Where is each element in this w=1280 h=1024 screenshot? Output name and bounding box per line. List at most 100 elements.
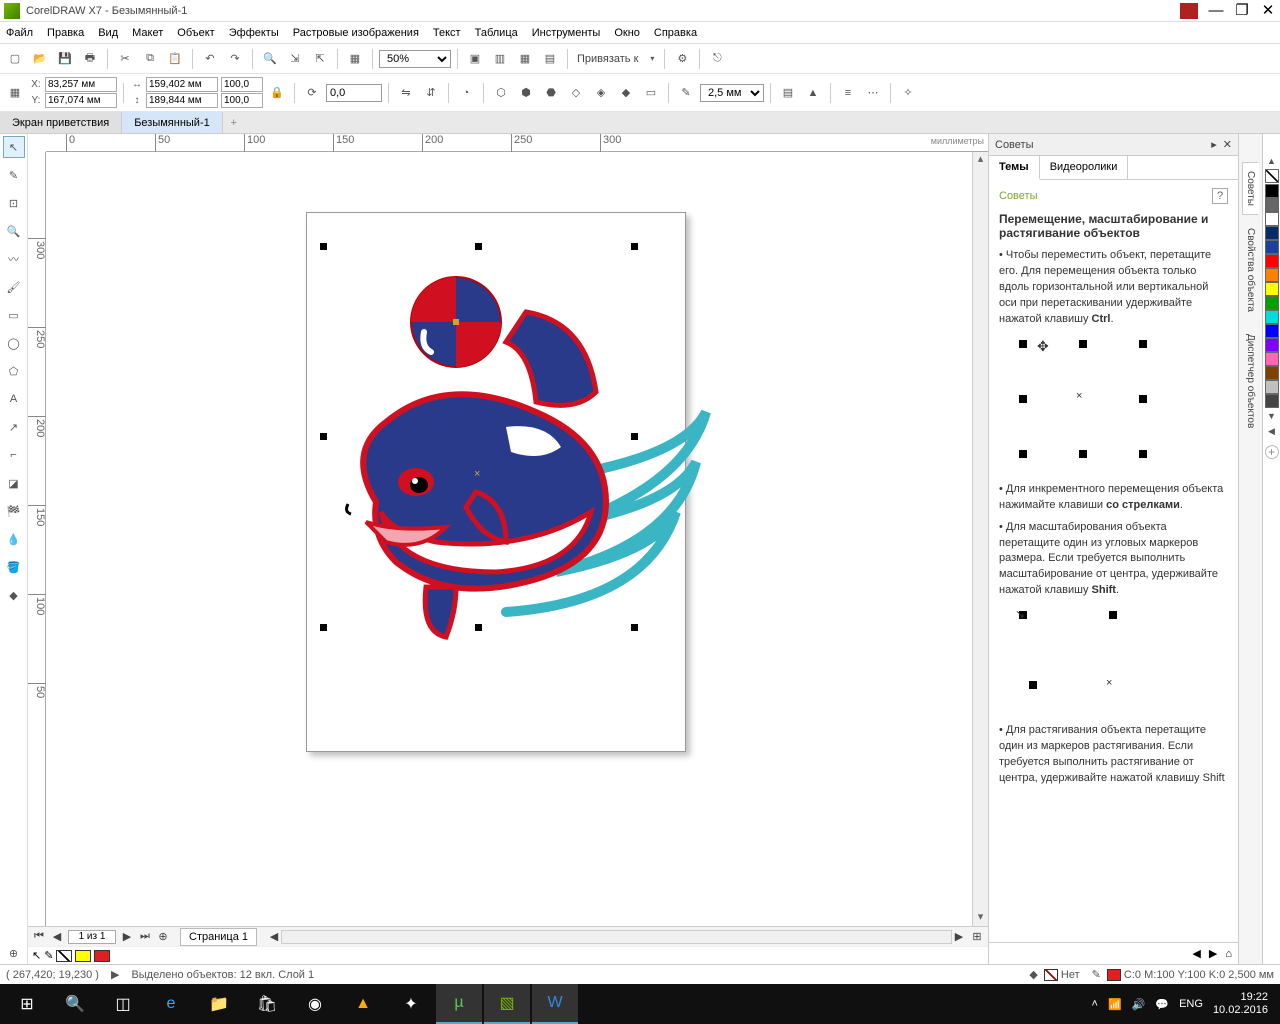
obj-origin-button[interactable]: ▦ [4,82,26,104]
prev-page-button[interactable]: ◀ [50,930,64,943]
menu-file[interactable]: Файл [6,27,33,39]
scale-y-input[interactable] [221,93,263,108]
fill-swatch-none[interactable] [56,950,72,962]
mirror-v-button[interactable]: ⇵ [420,82,442,104]
last-page-button[interactable]: ⏭ [138,930,152,943]
docker-fwd-button[interactable]: ▶ [1209,947,1217,960]
palette-color[interactable] [1265,310,1279,324]
undo-button[interactable]: ↶ [199,48,221,70]
convert-curves-button[interactable]: ✧ [897,82,919,104]
app-icon-1[interactable]: ▲ [340,984,386,1024]
lock-ratio-button[interactable]: 🔒 [266,82,288,104]
copy-button[interactable]: ⧉ [139,48,161,70]
trim-button[interactable]: ⬢ [515,82,537,104]
save-button[interactable]: 💾 [54,48,76,70]
artistic-media-tool[interactable]: 🖌 [3,276,25,298]
page-of-input[interactable] [68,930,116,944]
edge-icon[interactable]: e [148,984,194,1024]
palette-color[interactable] [1265,212,1279,226]
palette-color[interactable] [1265,366,1279,380]
import-button[interactable]: ⇲ [284,48,306,70]
palette-color[interactable] [1265,254,1279,268]
rectangle-tool[interactable]: ▭ [3,304,25,326]
close-button[interactable]: ✕ [1260,4,1276,18]
wifi-icon[interactable]: 📶 [1108,998,1122,1011]
palette-color[interactable] [1265,296,1279,310]
export-button[interactable]: ⇱ [309,48,331,70]
palette-color[interactable] [1265,184,1279,198]
weld-button[interactable]: ⬡ [490,82,512,104]
palette-color[interactable] [1265,198,1279,212]
menu-view[interactable]: Вид [98,27,118,39]
selection-handles[interactable] [324,247,634,627]
docker-titlebar[interactable]: Советы ▸ ✕ [989,134,1238,156]
palette-color[interactable] [1265,240,1279,254]
fill-swatch-yellow[interactable] [75,950,91,962]
palette-up-button[interactable]: ▲ [1267,154,1276,168]
docker-tab-themes[interactable]: Темы [989,156,1040,180]
pos-x-input[interactable] [45,77,117,92]
connector-tool[interactable]: ⌐ [3,444,25,466]
palette-down-button[interactable]: ▼ [1267,409,1276,423]
menu-help[interactable]: Справка [654,27,697,39]
docker-menu-icon[interactable]: ▸ [1211,138,1217,151]
outline-indicator[interactable]: ✎ C:0 M:100 Y:100 K:0 2,500 мм [1092,968,1274,981]
print-button[interactable]: 🖶 [79,48,101,70]
play-icon[interactable]: ▶ [111,968,119,981]
eyedropper-tool[interactable]: 💧 [3,528,25,550]
open-button[interactable]: 📂 [29,48,51,70]
fill-indicator[interactable]: ◆ Нет [1029,968,1079,981]
paste-button[interactable]: 📋 [164,48,186,70]
palette-flyout-button[interactable]: ◀ [1268,424,1275,438]
menu-table[interactable]: Таблица [475,27,518,39]
palette-color[interactable] [1265,394,1279,408]
drop-shadow-tool[interactable]: ◪ [3,472,25,494]
explorer-icon[interactable]: 📁 [196,984,242,1024]
polygon-tool[interactable]: ⬠ [3,360,25,382]
language-indicator[interactable]: ENG [1179,998,1203,1010]
new-doc-tab-button[interactable]: + [223,112,245,133]
vertical-ruler[interactable]: 50100150200250300 [28,152,46,926]
crop-tool[interactable]: ⊡ [3,192,25,214]
ellipse-tool[interactable]: ◯ [3,332,25,354]
menu-object[interactable]: Объект [177,27,214,39]
interactive-fill-tool[interactable]: 🪣 [3,556,25,578]
nav-extra-button[interactable]: ⊞ [970,930,984,943]
menu-tools[interactable]: Инструменты [532,27,601,39]
back-minus-front-button[interactable]: ◆ [615,82,637,104]
align-button[interactable]: ≡ [837,82,859,104]
freehand-tool[interactable]: 〰 [3,248,25,270]
zoom-level[interactable]: 50% [379,50,451,68]
pie-button[interactable]: ◔ [455,82,477,104]
maximize-button[interactable]: ❐ [1234,4,1250,18]
start-button[interactable]: ⊞ [4,984,50,1024]
page-tab[interactable]: Страница 1 [180,928,257,946]
pick-tool[interactable]: ↖ [3,136,25,158]
app-icon-2[interactable]: ✦ [388,984,434,1024]
store-icon[interactable]: 🛍 [244,984,290,1024]
menu-bitmaps[interactable]: Растровые изображения [293,27,419,39]
pos-y-input[interactable] [45,93,117,108]
redo-button[interactable]: ↷ [224,48,246,70]
next-page-button[interactable]: ▶ [120,930,134,943]
first-page-button[interactable]: ⏮ [32,930,46,943]
show-grid-button[interactable]: ▦ [514,48,536,70]
word-icon[interactable]: W [532,984,578,1024]
wrap-text-button[interactable]: ▤ [777,82,799,104]
fullscreen-button[interactable]: ▣ [464,48,486,70]
docker-home-button[interactable]: ⌂ [1225,948,1232,960]
smart-fill-tool[interactable]: ◆ [3,584,25,606]
show-guides-button[interactable]: ▤ [539,48,561,70]
vtab-object-manager[interactable]: Диспетчер объектов [1242,325,1259,437]
palette-color[interactable] [1265,226,1279,240]
taskbar-clock[interactable]: 19:22 10.02.2016 [1213,991,1268,1017]
rotation-input[interactable] [326,84,382,102]
horizontal-ruler[interactable]: миллиметры 050100150200250300 [46,134,988,152]
docker-close-icon[interactable]: ✕ [1223,138,1232,151]
front-minus-back-button[interactable]: ◈ [590,82,612,104]
tray-up-icon[interactable]: ˄ [1092,998,1098,1010]
task-view-icon[interactable]: ◫ [100,984,146,1024]
document-tab[interactable]: Безымянный-1 [122,112,223,133]
boundary-button[interactable]: ▭ [640,82,662,104]
vtab-properties[interactable]: Свойства объекта [1242,219,1259,321]
